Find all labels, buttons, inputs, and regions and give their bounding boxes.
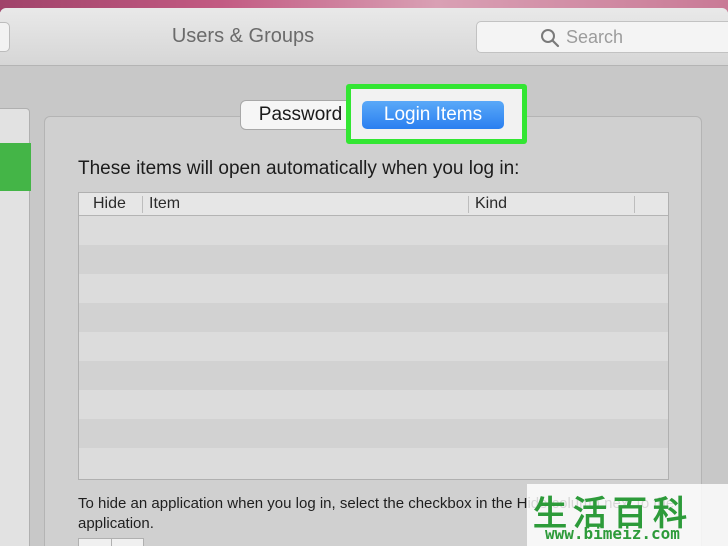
table-row bbox=[79, 390, 668, 419]
table-row bbox=[79, 448, 668, 477]
login-items-instructions: These items will open automatically when… bbox=[78, 158, 520, 179]
watermark-url: www.bimeiz.com bbox=[545, 524, 680, 543]
window-title: Users & Groups bbox=[171, 25, 315, 47]
column-divider bbox=[634, 196, 635, 213]
search-icon bbox=[541, 29, 560, 48]
tab-login-items[interactable]: Login Items bbox=[362, 101, 504, 129]
window-titlebar: Users & Groups Search bbox=[0, 8, 728, 66]
column-header-item[interactable]: Item bbox=[149, 195, 180, 213]
column-divider bbox=[468, 196, 469, 213]
table-row bbox=[79, 274, 668, 303]
table-row bbox=[79, 361, 668, 390]
watermark: 生活百科 www.bimeiz.com bbox=[527, 484, 728, 546]
table-header: Hide Item Kind bbox=[79, 193, 668, 216]
column-header-kind[interactable]: Kind bbox=[475, 195, 507, 213]
sidebar-selected-user[interactable] bbox=[0, 143, 31, 191]
users-sidebar[interactable] bbox=[0, 108, 31, 546]
login-items-table[interactable]: Hide Item Kind bbox=[78, 192, 669, 480]
column-header-hide[interactable]: Hide bbox=[93, 195, 126, 213]
table-row bbox=[79, 303, 668, 332]
search-input[interactable]: Search bbox=[476, 21, 728, 53]
add-remove-buttons[interactable] bbox=[78, 538, 144, 546]
table-row bbox=[79, 216, 668, 245]
table-row bbox=[79, 245, 668, 274]
search-placeholder: Search bbox=[566, 27, 624, 47]
tab-password[interactable]: Password bbox=[241, 101, 361, 129]
table-row bbox=[79, 419, 668, 448]
button-separator bbox=[111, 539, 112, 546]
table-row bbox=[79, 332, 668, 361]
column-divider bbox=[142, 196, 143, 213]
